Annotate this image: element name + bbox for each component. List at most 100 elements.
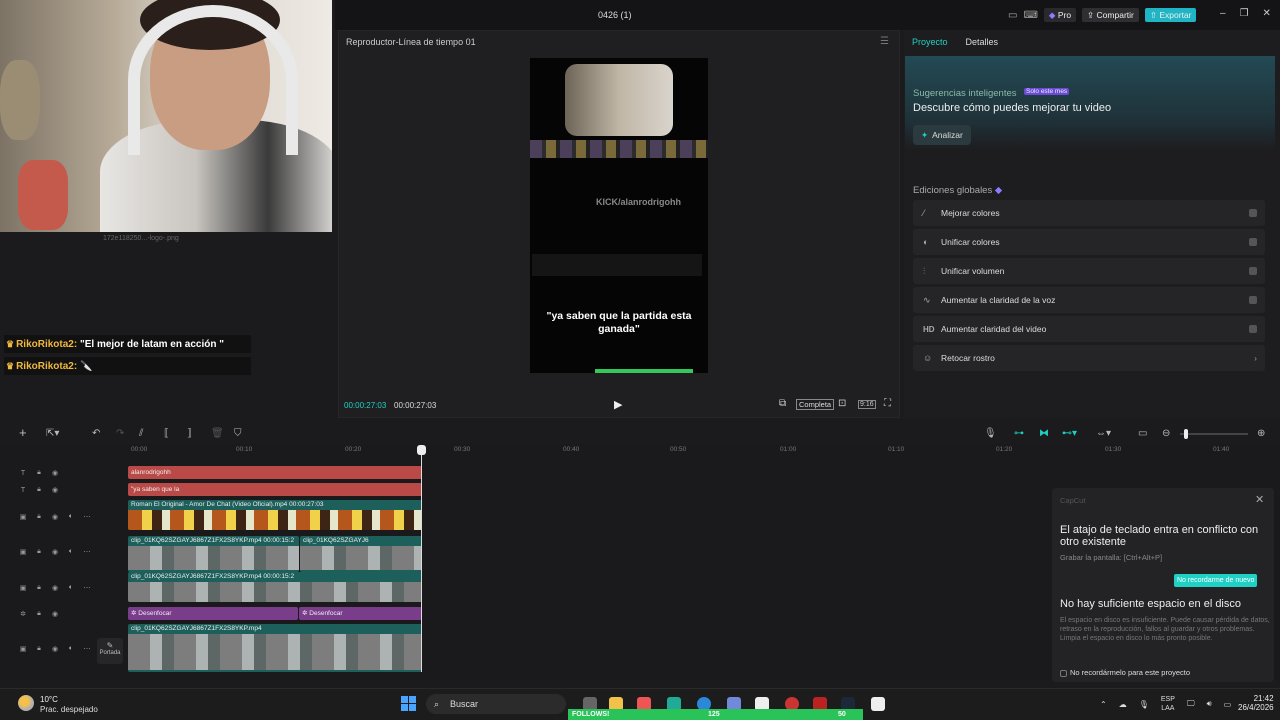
network-icon[interactable]: 🖵 [1187, 699, 1195, 709]
layout-icon[interactable]: ▭ [1008, 10, 1017, 21]
play-icon[interactable]: ▶ [614, 398, 622, 411]
eye-icon[interactable]: ◉ [47, 548, 63, 556]
global-edit-unify-colors[interactable]: ◐ Unificar colores [913, 229, 1265, 255]
text-clip[interactable]: alanrodrigohh [128, 466, 422, 479]
text-clip[interactable]: "ya saben que la [128, 483, 422, 496]
weather-icon[interactable] [18, 695, 34, 711]
lock-icon[interactable]: 🔒︎ [31, 513, 47, 521]
more-icon[interactable]: ⋯ [79, 584, 95, 592]
video-clip[interactable]: clip_01KQ62SZGAYJ6867Z1FX2S8YKP.mp4 00:0… [128, 536, 299, 572]
speaker-icon[interactable]: 🔈︎ [63, 513, 79, 521]
lock-icon[interactable]: 🔒︎ [31, 645, 47, 653]
pro-button[interactable]: ◆ Pro [1043, 8, 1077, 22]
marker-icon[interactable]: ⛉ [234, 428, 242, 439]
screenshot-icon[interactable]: ⊡ [838, 398, 846, 409]
cloud-icon[interactable]: ☁ [1119, 700, 1127, 709]
link-icon[interactable]: ⊶ [1014, 428, 1024, 439]
maximize-icon[interactable]: ❐ [1240, 8, 1249, 19]
taskbar-search[interactable]: ⌕ Buscar [426, 694, 566, 714]
snap-icon[interactable]: ⊷▾ [1062, 428, 1077, 439]
video-clip[interactable]: clip_01KQ62SZGAYJ6 [300, 536, 422, 572]
microphone-icon[interactable]: 🎙 [984, 428, 997, 439]
speaker-icon[interactable]: 🔈︎ [63, 584, 79, 592]
lock-icon[interactable]: 🔒︎ [31, 548, 47, 556]
more-icon[interactable]: ⋯ [79, 513, 95, 521]
export-button[interactable]: ⇧ Exportar [1144, 8, 1197, 22]
tab-proyecto[interactable]: Proyecto [912, 37, 948, 47]
eye-icon[interactable]: ◉ [47, 469, 63, 477]
zoom-in-icon[interactable]: ⊕ [1257, 428, 1265, 439]
minimize-icon[interactable]: – [1220, 8, 1226, 19]
subtitles-icon[interactable]: ▭ [1138, 428, 1147, 439]
toggle[interactable] [1249, 238, 1257, 246]
lock-icon[interactable]: 🔒︎ [31, 584, 47, 592]
toggle[interactable] [1249, 209, 1257, 217]
toggle[interactable] [1249, 296, 1257, 304]
aspect-icon[interactable]: 9:16 [858, 400, 876, 409]
crop-icon[interactable]: ⧉ [779, 398, 786, 409]
speaker-icon[interactable]: 🔈︎ [63, 645, 79, 653]
zoom-out-icon[interactable]: ⊖ [1162, 428, 1170, 439]
playhead[interactable] [421, 446, 422, 672]
weather-desc[interactable]: Prac. despejado [40, 705, 98, 714]
global-edit-retouch-face[interactable]: ☺ Retocar rostro › [913, 345, 1265, 371]
global-edit-improve-colors[interactable]: ⁄ Mejorar colores [913, 200, 1265, 226]
delete-icon[interactable]: 🗑 [211, 428, 224, 439]
lock-icon[interactable]: 🔒︎ [31, 486, 47, 494]
checkbox[interactable] [1060, 669, 1067, 677]
trim-left-icon[interactable]: ⟦ [164, 428, 169, 439]
shortcut-icon[interactable]: ⌨ [1023, 10, 1037, 21]
lock-icon[interactable]: 🔒︎ [31, 610, 47, 618]
more-icon[interactable]: ⋯ [79, 645, 95, 653]
lock-icon[interactable]: 🔒︎ [31, 469, 47, 477]
playhead-handle[interactable] [417, 445, 426, 455]
add-icon[interactable]: + [19, 425, 27, 440]
more-icon[interactable]: ⋯ [79, 548, 95, 556]
eye-icon[interactable]: ◉ [47, 584, 63, 592]
share-button[interactable]: ⇪ Compartir [1082, 8, 1139, 22]
eye-icon[interactable]: ◉ [47, 610, 63, 618]
windows-start-icon[interactable] [401, 696, 417, 712]
dont-remind-button[interactable]: No recordarme de nuevo [1174, 574, 1258, 587]
fullscreen-icon[interactable]: ⛶ [884, 398, 891, 409]
cover-button[interactable]: ✎ Portada [97, 638, 123, 664]
close-icon[interactable]: ✕ [1263, 8, 1271, 19]
zoom-slider[interactable] [1180, 433, 1248, 435]
ratio-button[interactable]: Completa [796, 399, 835, 410]
effect-clip[interactable]: ✲ Desenfocar [128, 607, 298, 620]
menu-icon[interactable]: ☰ [880, 36, 889, 47]
select-tool-icon[interactable]: ⇱▾ [46, 428, 59, 439]
analyze-button[interactable]: ✦ Analizar [913, 125, 971, 145]
clock[interactable]: 21:42 26/4/2026 [1238, 694, 1274, 712]
eye-icon[interactable]: ◉ [47, 486, 63, 494]
volume-icon[interactable]: 🔊︎ [1207, 699, 1212, 709]
weather-temp[interactable]: 10°C [40, 695, 58, 704]
effect-clip[interactable]: ✲ Desenfocar [299, 607, 422, 620]
speaker-icon[interactable]: 🔈︎ [63, 548, 79, 556]
global-edit-unify-volume[interactable]: ⫶ Unificar volumen [913, 258, 1265, 284]
dont-remind-project-checkbox[interactable]: No recordármelo para este proyecto [1060, 668, 1190, 677]
magnet-icon[interactable]: ⧓ [1039, 428, 1049, 439]
global-edit-voice-clarity[interactable]: ∿ Aumentar la claridad de la voz [913, 287, 1265, 313]
microphone-icon[interactable]: 🎙 [1139, 700, 1149, 709]
zoom-slider-handle[interactable] [1184, 429, 1188, 439]
global-edit-video-clarity[interactable]: HD Aumentar claridad del video [913, 316, 1265, 342]
trim-right-icon[interactable]: ⟧ [187, 428, 192, 439]
video-clip[interactable]: clip_01KQ62SZGAYJ6867Z1FX2S8YKP.mp4 [128, 624, 422, 672]
eye-icon[interactable]: ◉ [47, 513, 63, 521]
eye-icon[interactable]: ◉ [47, 645, 63, 653]
split-icon[interactable]: ⫽ [139, 428, 143, 439]
video-preview[interactable]: KICK/alanrodrigohh "ya saben que la part… [530, 58, 708, 373]
video-clip[interactable]: clip_01KQ62SZGAYJ6867Z1FX2S8YKP.mp4 00:0… [128, 572, 422, 602]
toggle[interactable] [1249, 267, 1257, 275]
chevron-up-icon[interactable]: ⌃ [1100, 700, 1107, 709]
tab-detalles[interactable]: Detalles [966, 37, 999, 47]
undo-icon[interactable]: ↶ [92, 428, 100, 439]
main-video-clip[interactable]: Roman El Original - Amor De Chat (Video … [128, 500, 422, 530]
toggle[interactable] [1249, 325, 1257, 333]
timeline-ruler[interactable]: 00:00 00:10 00:20 00:30 00:40 00:50 01:0… [128, 446, 1278, 456]
battery-icon[interactable]: ▭ [1224, 700, 1232, 709]
media-file-label[interactable]: 172e118250...-logo-.png [103, 235, 179, 242]
capcut-active-icon[interactable] [871, 697, 885, 711]
language-indicator[interactable]: ESP LAA [1161, 695, 1175, 713]
